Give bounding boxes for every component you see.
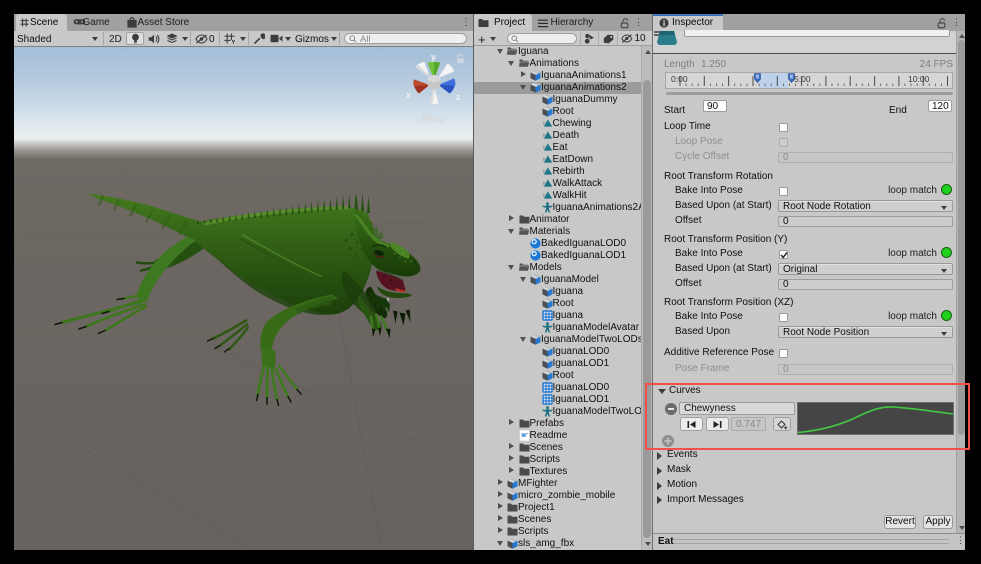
svg-text:y: y bbox=[431, 52, 436, 62]
svg-text:z: z bbox=[456, 92, 461, 102]
svg-text:x: x bbox=[406, 90, 411, 100]
